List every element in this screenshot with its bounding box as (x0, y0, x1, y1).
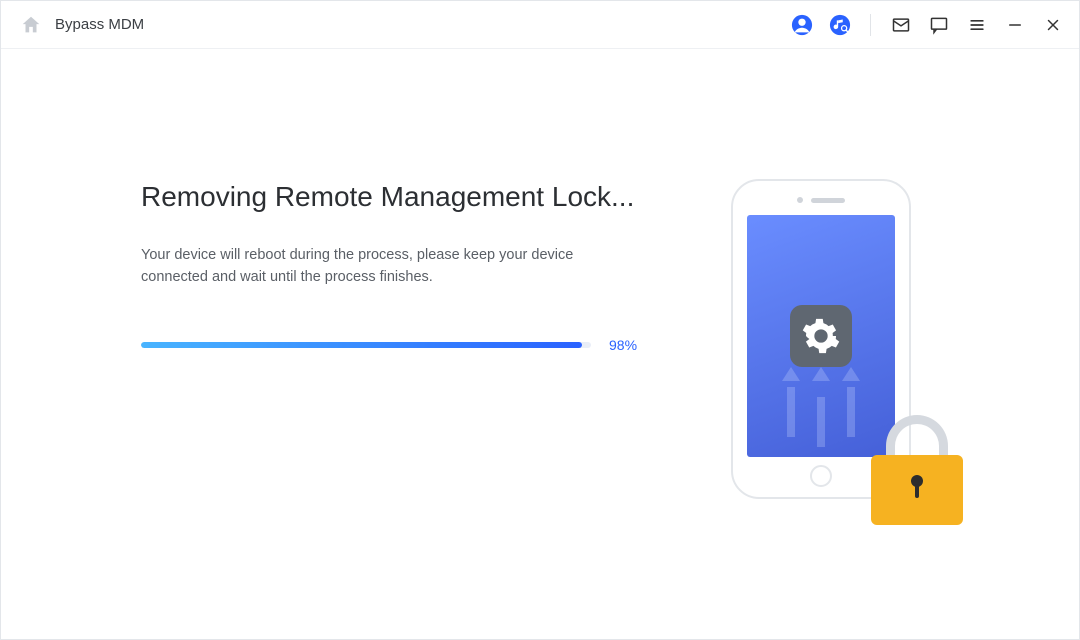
home-icon[interactable] (19, 13, 43, 37)
content-area: Removing Remote Management Lock... Your … (1, 49, 1079, 639)
mail-icon[interactable] (889, 13, 913, 37)
left-column: Removing Remote Management Lock... Your … (141, 179, 661, 353)
progress-percent-label: 98% (609, 337, 649, 353)
lock-icon (867, 415, 967, 525)
progress-bar (141, 342, 591, 348)
progress-row: 98% (141, 337, 661, 353)
illustration (721, 179, 961, 519)
account-icon[interactable] (790, 13, 814, 37)
music-search-icon[interactable] (828, 13, 852, 37)
page-title: Bypass MDM (55, 16, 144, 33)
phone-home-button (810, 465, 832, 487)
progress-fill (141, 342, 582, 348)
app-window: Bypass MDM (0, 0, 1080, 640)
close-icon[interactable] (1041, 13, 1065, 37)
menu-icon[interactable] (965, 13, 989, 37)
titlebar-left: Bypass MDM (19, 13, 144, 37)
separator (870, 14, 871, 36)
heading: Removing Remote Management Lock... (141, 179, 661, 214)
titlebar: Bypass MDM (1, 1, 1079, 49)
titlebar-right (790, 13, 1065, 37)
subtext: Your device will reboot during the proce… (141, 244, 611, 289)
minimize-icon[interactable] (1003, 13, 1027, 37)
phone-speaker (797, 197, 845, 203)
chat-icon[interactable] (927, 13, 951, 37)
gear-icon (790, 305, 852, 367)
